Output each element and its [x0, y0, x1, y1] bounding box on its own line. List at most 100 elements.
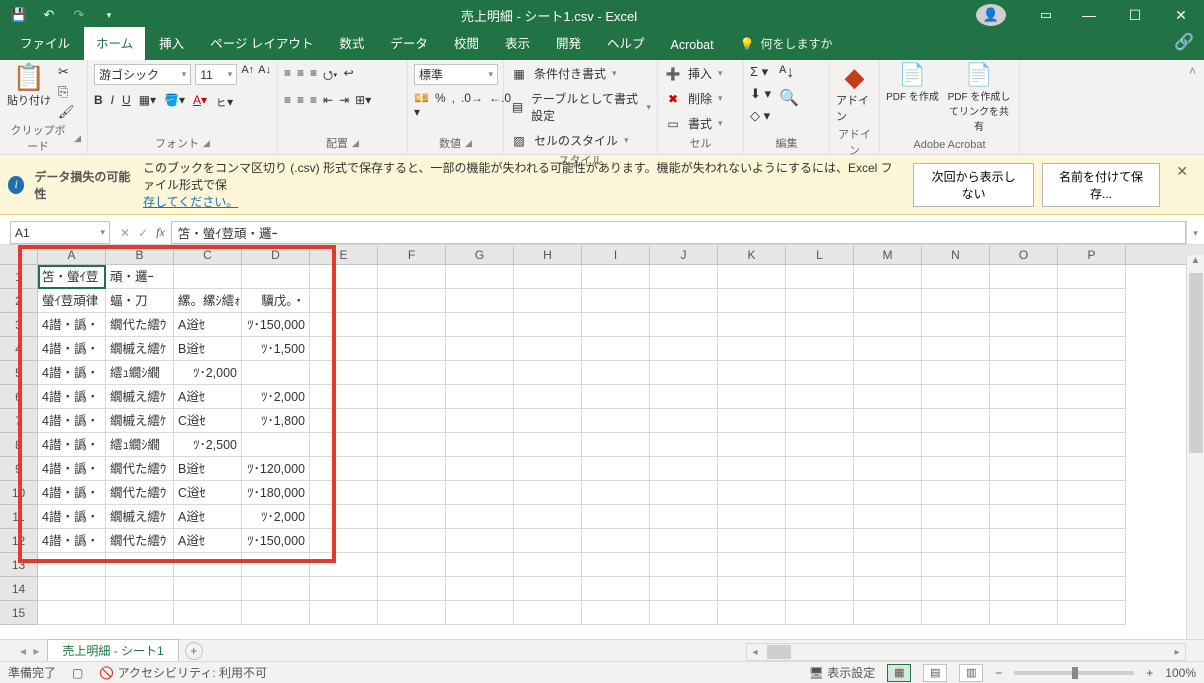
undo-icon[interactable]: ↶	[36, 2, 62, 28]
cell[interactable]	[378, 289, 446, 313]
cell[interactable]	[1058, 601, 1126, 625]
cell[interactable]	[922, 289, 990, 313]
cell[interactable]	[922, 409, 990, 433]
cell[interactable]: 4譛・譌・	[38, 409, 106, 433]
cell[interactable]	[310, 361, 378, 385]
column-header[interactable]: O	[990, 245, 1058, 264]
cell[interactable]	[310, 577, 378, 601]
message-link[interactable]: 存してください。	[143, 195, 238, 209]
alignment-dialog-icon[interactable]: ◢	[352, 138, 359, 149]
cell[interactable]	[378, 409, 446, 433]
cell[interactable]	[854, 553, 922, 577]
cell[interactable]	[786, 577, 854, 601]
macro-record-icon[interactable]: ▢	[72, 666, 83, 680]
cell[interactable]	[582, 457, 650, 481]
cell[interactable]: ﾂ･150,000	[242, 529, 310, 553]
merge-icon[interactable]: ⊞▾	[355, 93, 371, 107]
paste-button[interactable]: 📋 貼り付け	[6, 64, 52, 108]
cell[interactable]	[582, 481, 650, 505]
vertical-scrollbar[interactable]: ▲	[1186, 255, 1204, 639]
underline-icon[interactable]: U	[122, 93, 131, 110]
zoom-level[interactable]: 100%	[1165, 666, 1196, 680]
row-header[interactable]: 10	[0, 481, 38, 505]
cell[interactable]	[514, 265, 582, 289]
column-header[interactable]: P	[1058, 245, 1126, 264]
cell[interactable]	[786, 433, 854, 457]
cell[interactable]	[514, 601, 582, 625]
cell[interactable]	[650, 577, 718, 601]
pdf-create-button[interactable]: 📄 PDF を作成	[886, 64, 939, 103]
cell[interactable]	[446, 361, 514, 385]
cell[interactable]: 縲。縲ｼ繧ｫ	[174, 289, 242, 313]
cell[interactable]	[310, 481, 378, 505]
cell[interactable]	[990, 313, 1058, 337]
cell[interactable]	[1058, 385, 1126, 409]
cell[interactable]: ﾂ･180,000	[242, 481, 310, 505]
cell[interactable]	[922, 577, 990, 601]
cell[interactable]	[514, 529, 582, 553]
cell[interactable]	[310, 601, 378, 625]
cell[interactable]	[446, 385, 514, 409]
cell[interactable]	[854, 601, 922, 625]
cell[interactable]	[446, 481, 514, 505]
cell[interactable]	[786, 601, 854, 625]
cell[interactable]	[1058, 289, 1126, 313]
maximize-button[interactable]: ☐	[1112, 0, 1158, 30]
italic-icon[interactable]: I	[111, 93, 114, 110]
account-icon[interactable]: 👤	[976, 4, 1006, 26]
cell[interactable]	[718, 313, 786, 337]
cell[interactable]	[582, 409, 650, 433]
cell[interactable]: 4譛・譌・	[38, 433, 106, 457]
cell[interactable]	[1058, 505, 1126, 529]
tab-home[interactable]: ホーム	[84, 27, 145, 60]
tab-data[interactable]: データ	[378, 27, 440, 60]
cell[interactable]	[854, 265, 922, 289]
cell[interactable]	[242, 265, 310, 289]
conditional-format-button[interactable]: ▦条件付き書式▾	[510, 64, 617, 83]
cell[interactable]	[922, 481, 990, 505]
accounting-icon[interactable]: 💴▾	[414, 91, 429, 119]
cell[interactable]	[922, 457, 990, 481]
cell[interactable]: A逧ｾ	[174, 529, 242, 553]
copy-icon[interactable]: ⎘	[58, 84, 75, 100]
tab-insert[interactable]: 挿入	[147, 27, 196, 60]
cell[interactable]	[310, 505, 378, 529]
cell[interactable]	[990, 505, 1058, 529]
cell[interactable]	[514, 457, 582, 481]
row-header[interactable]: 6	[0, 385, 38, 409]
font-name-combo[interactable]: 游ゴシック▾	[94, 64, 191, 85]
cell[interactable]	[242, 433, 310, 457]
minimize-button[interactable]: —	[1066, 0, 1112, 30]
find-select-icon[interactable]: 🔍	[779, 88, 799, 108]
cell[interactable]	[446, 337, 514, 361]
row-header[interactable]: 15	[0, 601, 38, 625]
cell[interactable]	[718, 361, 786, 385]
cell[interactable]	[922, 433, 990, 457]
cell[interactable]	[514, 361, 582, 385]
row-header[interactable]: 1	[0, 265, 38, 289]
accessibility-status[interactable]: 🚫 アクセシビリティ: 利用不可	[99, 664, 267, 681]
cell[interactable]	[310, 265, 378, 289]
cell[interactable]	[718, 385, 786, 409]
cell[interactable]: 4譛・譌・	[38, 529, 106, 553]
cell[interactable]	[1058, 457, 1126, 481]
cell[interactable]: ﾂ･2,000	[242, 385, 310, 409]
cell[interactable]	[106, 601, 174, 625]
cell[interactable]: ﾂ･1,800	[242, 409, 310, 433]
cell[interactable]	[786, 337, 854, 361]
cell[interactable]	[990, 601, 1058, 625]
dont-show-button[interactable]: 次回から表示しない	[913, 163, 1033, 207]
delete-cells-button[interactable]: ✖削除▾	[664, 89, 723, 108]
cell[interactable]: 4譛・譌・	[38, 457, 106, 481]
cell[interactable]	[786, 409, 854, 433]
row-header[interactable]: 7	[0, 409, 38, 433]
row-header[interactable]: 14	[0, 577, 38, 601]
cell[interactable]	[514, 313, 582, 337]
view-page-break-icon[interactable]: ▥	[959, 664, 983, 682]
cell[interactable]: 繝槭え繧ｹ	[106, 409, 174, 433]
save-as-button[interactable]: 名前を付けて保存...	[1042, 163, 1161, 207]
tell-me-search[interactable]: 💡 何をしますか	[740, 35, 833, 60]
cell[interactable]	[650, 457, 718, 481]
cell[interactable]	[718, 481, 786, 505]
cell[interactable]	[310, 337, 378, 361]
